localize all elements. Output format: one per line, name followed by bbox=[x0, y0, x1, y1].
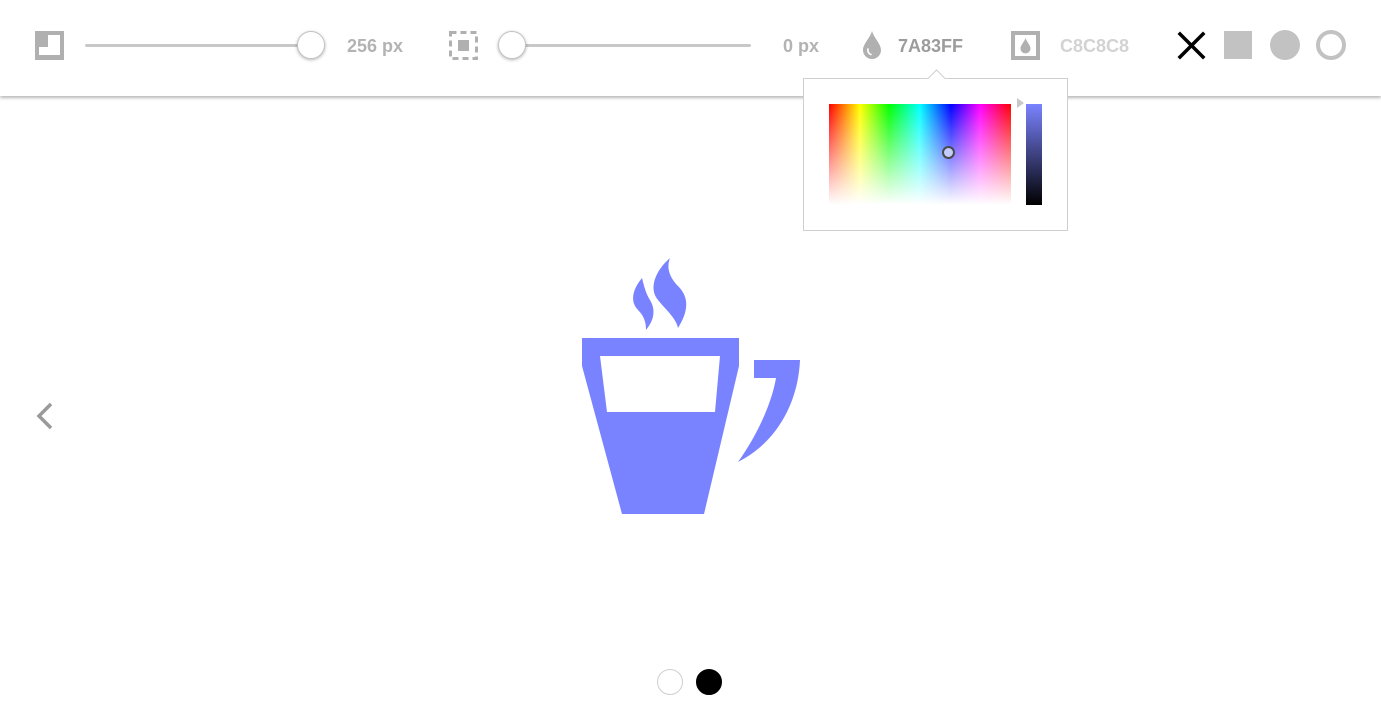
padding-dashed-square-icon bbox=[449, 31, 478, 60]
size-slider-thumb[interactable] bbox=[297, 31, 325, 59]
circle-shape-icon[interactable] bbox=[1270, 30, 1300, 60]
padding-slider[interactable] bbox=[498, 28, 751, 64]
chevron-left-icon[interactable] bbox=[33, 400, 57, 432]
saturation-hue-area[interactable] bbox=[829, 104, 1011, 205]
background-droplet-icon[interactable] bbox=[1011, 31, 1041, 61]
background-hex[interactable]: C8C8C8 bbox=[1060, 36, 1129, 56]
coffee-cup-icon bbox=[582, 258, 800, 514]
color-picker-popover bbox=[803, 69, 1068, 231]
color-picker-marker[interactable] bbox=[942, 146, 955, 159]
value-pointer-icon[interactable] bbox=[1017, 98, 1024, 108]
toolbar: 256 px 0 px 7A83FF C8C8C8 bbox=[0, 0, 1381, 96]
theme-dot-light[interactable] bbox=[657, 669, 683, 695]
square-shape-icon[interactable] bbox=[1224, 31, 1252, 59]
size-slider[interactable] bbox=[85, 28, 325, 64]
padding-slider-track[interactable] bbox=[512, 44, 751, 47]
close-icon[interactable] bbox=[1177, 31, 1206, 60]
value-bar[interactable] bbox=[1026, 104, 1042, 205]
theme-dot-dark[interactable] bbox=[696, 669, 722, 695]
droplet-icon[interactable] bbox=[862, 31, 882, 59]
padding-value: 0 px bbox=[783, 36, 820, 56]
foreground-hex[interactable]: 7A83FF bbox=[898, 36, 963, 56]
size-value: 256 px bbox=[347, 36, 404, 56]
padding-slider-thumb[interactable] bbox=[498, 31, 526, 59]
ring-shape-icon[interactable] bbox=[1316, 30, 1346, 60]
resize-square-icon bbox=[35, 31, 64, 60]
size-slider-track[interactable] bbox=[85, 44, 311, 47]
